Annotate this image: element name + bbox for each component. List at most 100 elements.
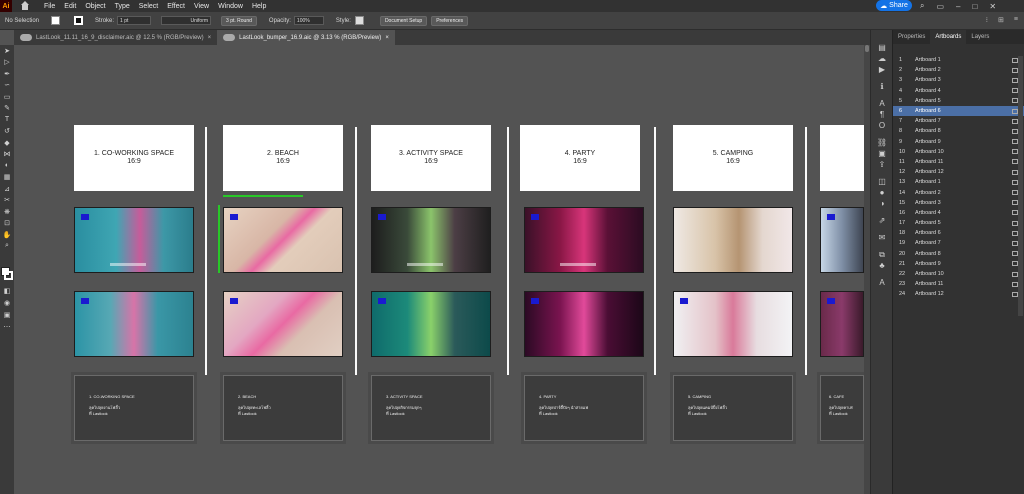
artboard-list-item[interactable]: 20 Artboard 8 bbox=[893, 249, 1024, 259]
scene-image[interactable] bbox=[820, 207, 864, 273]
more-tools-icon[interactable]: ⋯ bbox=[0, 321, 14, 333]
close-tab-icon[interactable]: × bbox=[385, 35, 389, 41]
document-setup-button[interactable]: Document Setup bbox=[379, 15, 428, 26]
disclaimer-card[interactable]: 1. CO-WORKING SPACE ลุคไปลุยงานโฟลิ้ว ที่… bbox=[71, 372, 197, 444]
artboard-title-card[interactable]: 3. ACTIVITY SPACE 16:9 bbox=[371, 125, 491, 191]
maximize-icon[interactable]: □ bbox=[973, 2, 978, 11]
artboard-list-item[interactable]: 15 Artboard 3 bbox=[893, 198, 1024, 208]
disclaimer-card[interactable]: 6. CAFE ลุคไปลุยคาเฟ่ ที่ Lastlook bbox=[817, 372, 864, 444]
artboard-list-item[interactable]: 8 Artboard 8 bbox=[893, 126, 1024, 136]
canvas[interactable]: 1. CO-WORKING SPACE 16:9 2. BEACH 16:9 3… bbox=[14, 45, 864, 494]
artboard-list-item[interactable]: 3 Artboard 3 bbox=[893, 75, 1024, 85]
menu-select[interactable]: Select bbox=[139, 3, 158, 10]
glyphs-icon[interactable]: A bbox=[871, 277, 893, 288]
disclaimer-card[interactable]: 2. BEACH ลุคไปลุยทะเลโฟลิ้ว ที่ Lastlook bbox=[220, 372, 346, 444]
menu-effect[interactable]: Effect bbox=[167, 3, 185, 10]
asset-export-icon[interactable]: ⇪ bbox=[871, 159, 893, 170]
symbol-sprayer-icon[interactable]: ❋ bbox=[0, 206, 14, 218]
stroke-weight-field[interactable]: 1 pt bbox=[117, 16, 152, 25]
scene-image[interactable] bbox=[223, 207, 343, 273]
tab-disclaimer[interactable]: LastLook_11.11_16_9_disclaimer.aic @ 12.… bbox=[14, 30, 217, 45]
artboard-list-item[interactable]: 21 Artboard 9 bbox=[893, 259, 1024, 269]
home-icon[interactable] bbox=[20, 1, 30, 11]
pathfinder-icon[interactable]: ◫ bbox=[871, 176, 893, 187]
artboard-title-card[interactable]: 4. PARTY 16:9 bbox=[520, 125, 640, 191]
width-tool-icon[interactable]: ⋈ bbox=[0, 149, 14, 161]
artboard-list-item[interactable]: 14 Artboard 2 bbox=[893, 187, 1024, 197]
menu-help[interactable]: Help bbox=[252, 3, 266, 10]
stroke-swatch[interactable] bbox=[4, 271, 13, 280]
draw-mode-icon[interactable]: ◉ bbox=[0, 297, 14, 309]
export-icon[interactable]: ⇗ bbox=[871, 215, 893, 226]
paragraph-icon[interactable]: ¶ bbox=[871, 109, 893, 120]
menu-file[interactable]: File bbox=[44, 3, 55, 10]
hand-tool-icon[interactable]: ✋ bbox=[0, 229, 14, 241]
scene-image[interactable] bbox=[74, 207, 194, 273]
screen-mode-icon[interactable]: ▣ bbox=[0, 309, 14, 321]
close-tab-icon[interactable]: × bbox=[208, 35, 212, 41]
artboards-icon[interactable]: ⧉ bbox=[871, 249, 893, 260]
opentype-icon[interactable]: O bbox=[871, 120, 893, 131]
appearance-icon[interactable]: ● bbox=[871, 187, 893, 198]
stroke-color-swatch[interactable] bbox=[74, 16, 84, 25]
artboard-list-item[interactable]: 22 Artboard 10 bbox=[893, 269, 1024, 279]
opacity-field[interactable]: 100% bbox=[293, 16, 324, 25]
scene-image[interactable] bbox=[524, 207, 644, 273]
tab-bumper[interactable]: LastLook_bumper_16.9.aic @ 3.13 % (RGB/P… bbox=[217, 30, 395, 45]
shape-builder-icon[interactable]: ◐ bbox=[0, 160, 14, 172]
minimize-icon[interactable]: – bbox=[956, 2, 960, 11]
artboard-list-item[interactable]: 6 Artboard 6 bbox=[893, 105, 1024, 117]
menu-type[interactable]: Type bbox=[115, 3, 130, 10]
artboard-list-item[interactable]: 1 Artboard 1 bbox=[893, 55, 1024, 65]
artboard-list-item[interactable]: 19 Artboard 7 bbox=[893, 238, 1024, 248]
scene-image[interactable] bbox=[371, 291, 491, 357]
artboard-title-card[interactable] bbox=[820, 125, 864, 191]
transform-icon[interactable]: ⊞ bbox=[998, 16, 1004, 24]
preferences-button[interactable]: Preferences bbox=[431, 15, 469, 26]
menu-window[interactable]: Window bbox=[218, 3, 243, 10]
links-icon[interactable]: ⛓ bbox=[871, 137, 893, 148]
info-icon[interactable]: ℹ bbox=[871, 81, 893, 92]
selection-tool-icon[interactable]: ➤ bbox=[0, 45, 14, 57]
artboard-tool-icon[interactable]: ⊡ bbox=[0, 218, 14, 230]
menu-icon[interactable]: ≡ bbox=[1014, 16, 1018, 24]
libraries-icon[interactable]: ▤ bbox=[871, 42, 893, 53]
gradient-tool-icon[interactable]: ▦ bbox=[0, 172, 14, 184]
artboard-list-item[interactable]: 17 Artboard 5 bbox=[893, 218, 1024, 228]
artboard-title-card[interactable]: 5. CAMPING 16:9 bbox=[673, 125, 793, 191]
menu-object[interactable]: Object bbox=[85, 3, 105, 10]
blend-tool-icon[interactable]: ✂ bbox=[0, 195, 14, 207]
menu-edit[interactable]: Edit bbox=[64, 3, 76, 10]
workspace-icon[interactable]: ▭ bbox=[936, 2, 944, 11]
artboard-list-item[interactable]: 23 Artboard 11 bbox=[893, 279, 1024, 289]
artboard-list-item[interactable]: 16 Artboard 4 bbox=[893, 208, 1024, 218]
scene-image[interactable] bbox=[74, 291, 194, 357]
disclaimer-card[interactable]: 5. CAMPING ลุคไปลุยแคมป์ปิ้งโฟลิ้ว ที่ La… bbox=[670, 372, 796, 444]
artboard-list-item[interactable]: 11 Artboard 11 bbox=[893, 157, 1024, 167]
scene-image[interactable] bbox=[673, 207, 793, 273]
artboard-list-item[interactable]: 7 Artboard 7 bbox=[893, 116, 1024, 126]
type-tool-icon[interactable]: T bbox=[0, 114, 14, 126]
eraser-tool-icon[interactable]: ◆ bbox=[0, 137, 14, 149]
scene-image[interactable] bbox=[223, 291, 343, 357]
tab-artboards[interactable]: Artboards bbox=[930, 30, 967, 44]
brush-definition[interactable]: 3 pt. Round bbox=[221, 15, 257, 26]
artboard-title-card[interactable]: 1. CO-WORKING SPACE 16:9 bbox=[74, 125, 194, 191]
scene-image[interactable] bbox=[371, 207, 491, 273]
eyedropper-tool-icon[interactable]: ⊿ bbox=[0, 183, 14, 195]
artboard-list-item[interactable]: 5 Artboard 5 bbox=[893, 96, 1024, 106]
comments-icon[interactable]: ✉ bbox=[871, 232, 893, 243]
scene-image[interactable] bbox=[524, 291, 644, 357]
transparency-icon[interactable]: ◑ bbox=[871, 198, 893, 209]
artboard-list-item[interactable]: 2 Artboard 2 bbox=[893, 65, 1024, 75]
panel-scrollbar[interactable] bbox=[1018, 56, 1023, 316]
artboard-list-item[interactable]: 24 Artboard 12 bbox=[893, 289, 1024, 299]
character-icon[interactable]: A bbox=[871, 98, 893, 109]
paintbrush-tool-icon[interactable]: ✎ bbox=[0, 103, 14, 115]
artboard-list-item[interactable]: 13 Artboard 1 bbox=[893, 177, 1024, 187]
rotate-tool-icon[interactable]: ↺ bbox=[0, 126, 14, 138]
menu-view[interactable]: View bbox=[194, 3, 209, 10]
search-icon[interactable]: ⌕ bbox=[920, 1, 924, 11]
artboard-list-item[interactable]: 18 Artboard 6 bbox=[893, 228, 1024, 238]
artboard-list-item[interactable]: 9 Artboard 9 bbox=[893, 137, 1024, 147]
